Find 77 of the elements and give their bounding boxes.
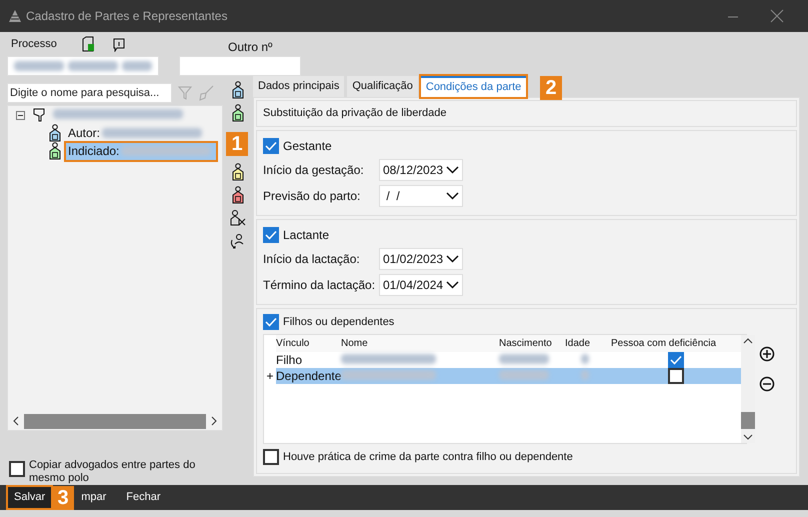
- date-field[interactable]: / /: [379, 185, 463, 207]
- column-header: Vínculo: [276, 336, 310, 350]
- date-field[interactable]: 01/02/2023: [379, 248, 463, 270]
- table-cell-text: Dependente: [276, 368, 342, 384]
- field-label: Início da gestação:: [263, 162, 364, 179]
- chevron-down-icon: [446, 166, 459, 174]
- checkbox-label: Houve prática de crime da parte contra filho ou dependente: [283, 450, 573, 464]
- person-tag-icon[interactable]: [231, 104, 245, 122]
- column-header: Pessoa com deficiência: [611, 336, 718, 350]
- table-cell-text: Filho: [276, 352, 302, 368]
- step-badge: 1: [226, 132, 248, 156]
- chevron-down-icon: [446, 192, 459, 200]
- blurred-text: [499, 370, 549, 380]
- table-row[interactable]: Filho: [276, 352, 741, 368]
- person-tag-icon[interactable]: [231, 163, 245, 181]
- checkbox[interactable]: [263, 138, 279, 154]
- window-title: Cadastro de Partes e Representantes: [26, 8, 228, 25]
- field-label: Processo: [11, 36, 57, 52]
- scroll-left-icon[interactable]: [12, 416, 20, 426]
- checkbox[interactable]: [263, 448, 279, 465]
- process-field[interactable]: [7, 56, 159, 76]
- scroll-up-icon[interactable]: [743, 336, 753, 344]
- column-header: Nascimento: [499, 336, 553, 350]
- section-header: Substituição da privação de liberdade: [256, 100, 797, 127]
- footer-button[interactable]: Salvar: [8, 487, 52, 508]
- step-badge: 2: [540, 76, 562, 100]
- add-icon[interactable]: [759, 346, 775, 362]
- date-field[interactable]: 08/12/2023: [379, 159, 463, 181]
- blurred-text: [68, 61, 118, 71]
- column-header: Idade: [565, 336, 592, 350]
- remove-person-icon[interactable]: [229, 209, 247, 227]
- tab[interactable]: Dados principais: [253, 76, 344, 97]
- checkbox[interactable]: [668, 352, 684, 368]
- footer-button[interactable]: Fechar: [120, 487, 166, 508]
- blurred-text: [14, 61, 64, 71]
- blurred-text: [499, 354, 549, 364]
- footer-button[interactable]: mpar: [75, 487, 112, 508]
- table-row[interactable]: Dependente: [276, 368, 741, 384]
- checkbox[interactable]: [668, 368, 684, 384]
- checkbox-label: Gestante: [283, 138, 332, 155]
- folder-icon: [33, 108, 45, 122]
- column-header: Nome: [341, 336, 369, 350]
- field-label: Término da lactação:: [263, 277, 376, 294]
- scroll-thumb[interactable]: [741, 412, 755, 428]
- date-field[interactable]: 01/04/2024: [379, 274, 463, 296]
- close-icon[interactable]: [770, 9, 784, 23]
- tab[interactable]: Qualificação: [347, 76, 418, 97]
- person-tag-icon: [48, 142, 62, 160]
- chevron-down-icon: [446, 281, 459, 289]
- step-badge: 3: [52, 486, 74, 510]
- scroll-right-icon[interactable]: [210, 416, 218, 426]
- field-label: Início da lactação:: [263, 251, 360, 268]
- checkbox[interactable]: [263, 314, 279, 330]
- document-icon[interactable]: [80, 36, 95, 52]
- tree-item[interactable]: Autor:: [66, 124, 204, 142]
- checkbox[interactable]: [263, 227, 279, 243]
- other-number-field[interactable]: [179, 56, 301, 76]
- collapse-toggle[interactable]: [16, 110, 25, 120]
- checkbox-label: Lactante: [283, 227, 330, 244]
- person-tag-icon: [48, 124, 62, 142]
- tree-item[interactable]: Indiciado:: [66, 142, 216, 160]
- app-logo-icon: [8, 9, 22, 23]
- field-label: Outro nº: [228, 39, 272, 56]
- new-row-marker: +: [266, 368, 274, 384]
- checkbox-label: Copiar advogados entre partes do mesmo polo: [29, 459, 196, 485]
- checkbox-label: Filhos ou dependentes: [283, 315, 394, 330]
- remove-icon[interactable]: [759, 376, 775, 392]
- note-icon[interactable]: [112, 38, 125, 52]
- search-field[interactable]: Digite o nome para pesquisa...: [7, 83, 172, 103]
- person-tag-icon[interactable]: [231, 81, 245, 99]
- field-label: Previsão do parto:: [263, 188, 360, 205]
- chevron-down-icon: [446, 255, 459, 263]
- tab[interactable]: Condições da parte: [420, 76, 526, 97]
- scroll-down-icon[interactable]: [743, 432, 753, 440]
- blurred-text: [122, 61, 152, 71]
- person-tag-icon[interactable]: [231, 186, 245, 204]
- checkbox[interactable]: [9, 461, 25, 477]
